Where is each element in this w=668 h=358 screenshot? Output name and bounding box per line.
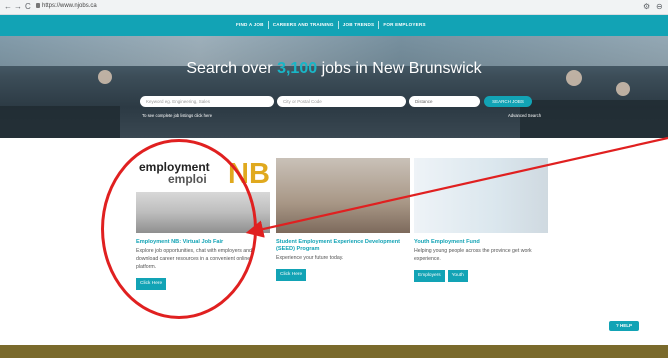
back-icon[interactable]: ← bbox=[4, 2, 12, 12]
job-listings-link[interactable]: To see complete job listings click here bbox=[142, 113, 212, 118]
office-desk bbox=[520, 100, 668, 138]
card-description: Experience your future today. bbox=[276, 255, 344, 261]
footer-band bbox=[0, 345, 668, 358]
card-title[interactable]: Youth Employment Fund bbox=[414, 239, 548, 246]
browser-toolbar: ← → C https://www.njobs.ca ⚙ ⊖ bbox=[0, 0, 668, 15]
youth-button[interactable]: Youth bbox=[447, 270, 468, 282]
help-button[interactable]: ? HELP bbox=[609, 321, 639, 331]
hero-banner: Search over 3,100 jobs in New Brunswick … bbox=[0, 36, 668, 138]
card-youth-employment-fund: Youth Employment Fund Helping young peop… bbox=[414, 158, 548, 282]
card-description: Helping young people across the province… bbox=[414, 248, 532, 262]
lock-icon bbox=[36, 3, 40, 8]
search-jobs-button[interactable]: SEARCH JOBS bbox=[484, 96, 532, 107]
help-icon: ? bbox=[615, 323, 619, 328]
students-image[interactable] bbox=[276, 158, 410, 233]
click-here-button[interactable]: Click Here bbox=[276, 269, 307, 281]
nav-careers-and-training[interactable]: CAREERS AND TRAINING bbox=[269, 21, 339, 29]
location-input[interactable]: City or Postal Code bbox=[277, 96, 406, 107]
nav-find-a-job[interactable]: FIND A JOB bbox=[232, 21, 269, 29]
advanced-search-link[interactable]: Advanced Search bbox=[508, 113, 541, 118]
hero-title: Search over 3,100 jobs in New Brunswick bbox=[186, 60, 482, 77]
keyword-input[interactable]: Keyword eg. Engineering, Sales bbox=[140, 96, 274, 107]
card-title[interactable]: Student Employment Experience Developmen… bbox=[276, 239, 410, 253]
job-count: 3,100 bbox=[277, 60, 318, 77]
office-desk bbox=[0, 106, 120, 138]
site-navigation: FIND A JOB CAREERS AND TRAINING JOB TREN… bbox=[0, 15, 668, 36]
forward-icon[interactable]: → bbox=[14, 2, 22, 12]
address-bar[interactable]: https://www.njobs.ca bbox=[42, 3, 97, 9]
reload-icon[interactable]: C bbox=[25, 2, 31, 12]
annotation-circle bbox=[101, 139, 257, 319]
lab-worker-image[interactable] bbox=[414, 158, 548, 233]
office-person bbox=[616, 82, 630, 96]
card-seed-program: Student Employment Experience Developmen… bbox=[276, 158, 410, 281]
settings-icon[interactable]: ⚙ bbox=[643, 2, 650, 11]
employers-button[interactable]: Employers bbox=[414, 270, 445, 282]
account-icon[interactable]: ⊖ bbox=[656, 2, 663, 11]
nav-for-employers[interactable]: FOR EMPLOYERS bbox=[379, 21, 429, 29]
nav-job-trends[interactable]: JOB TRENDS bbox=[339, 21, 380, 29]
distance-select[interactable]: Distance bbox=[409, 96, 480, 107]
